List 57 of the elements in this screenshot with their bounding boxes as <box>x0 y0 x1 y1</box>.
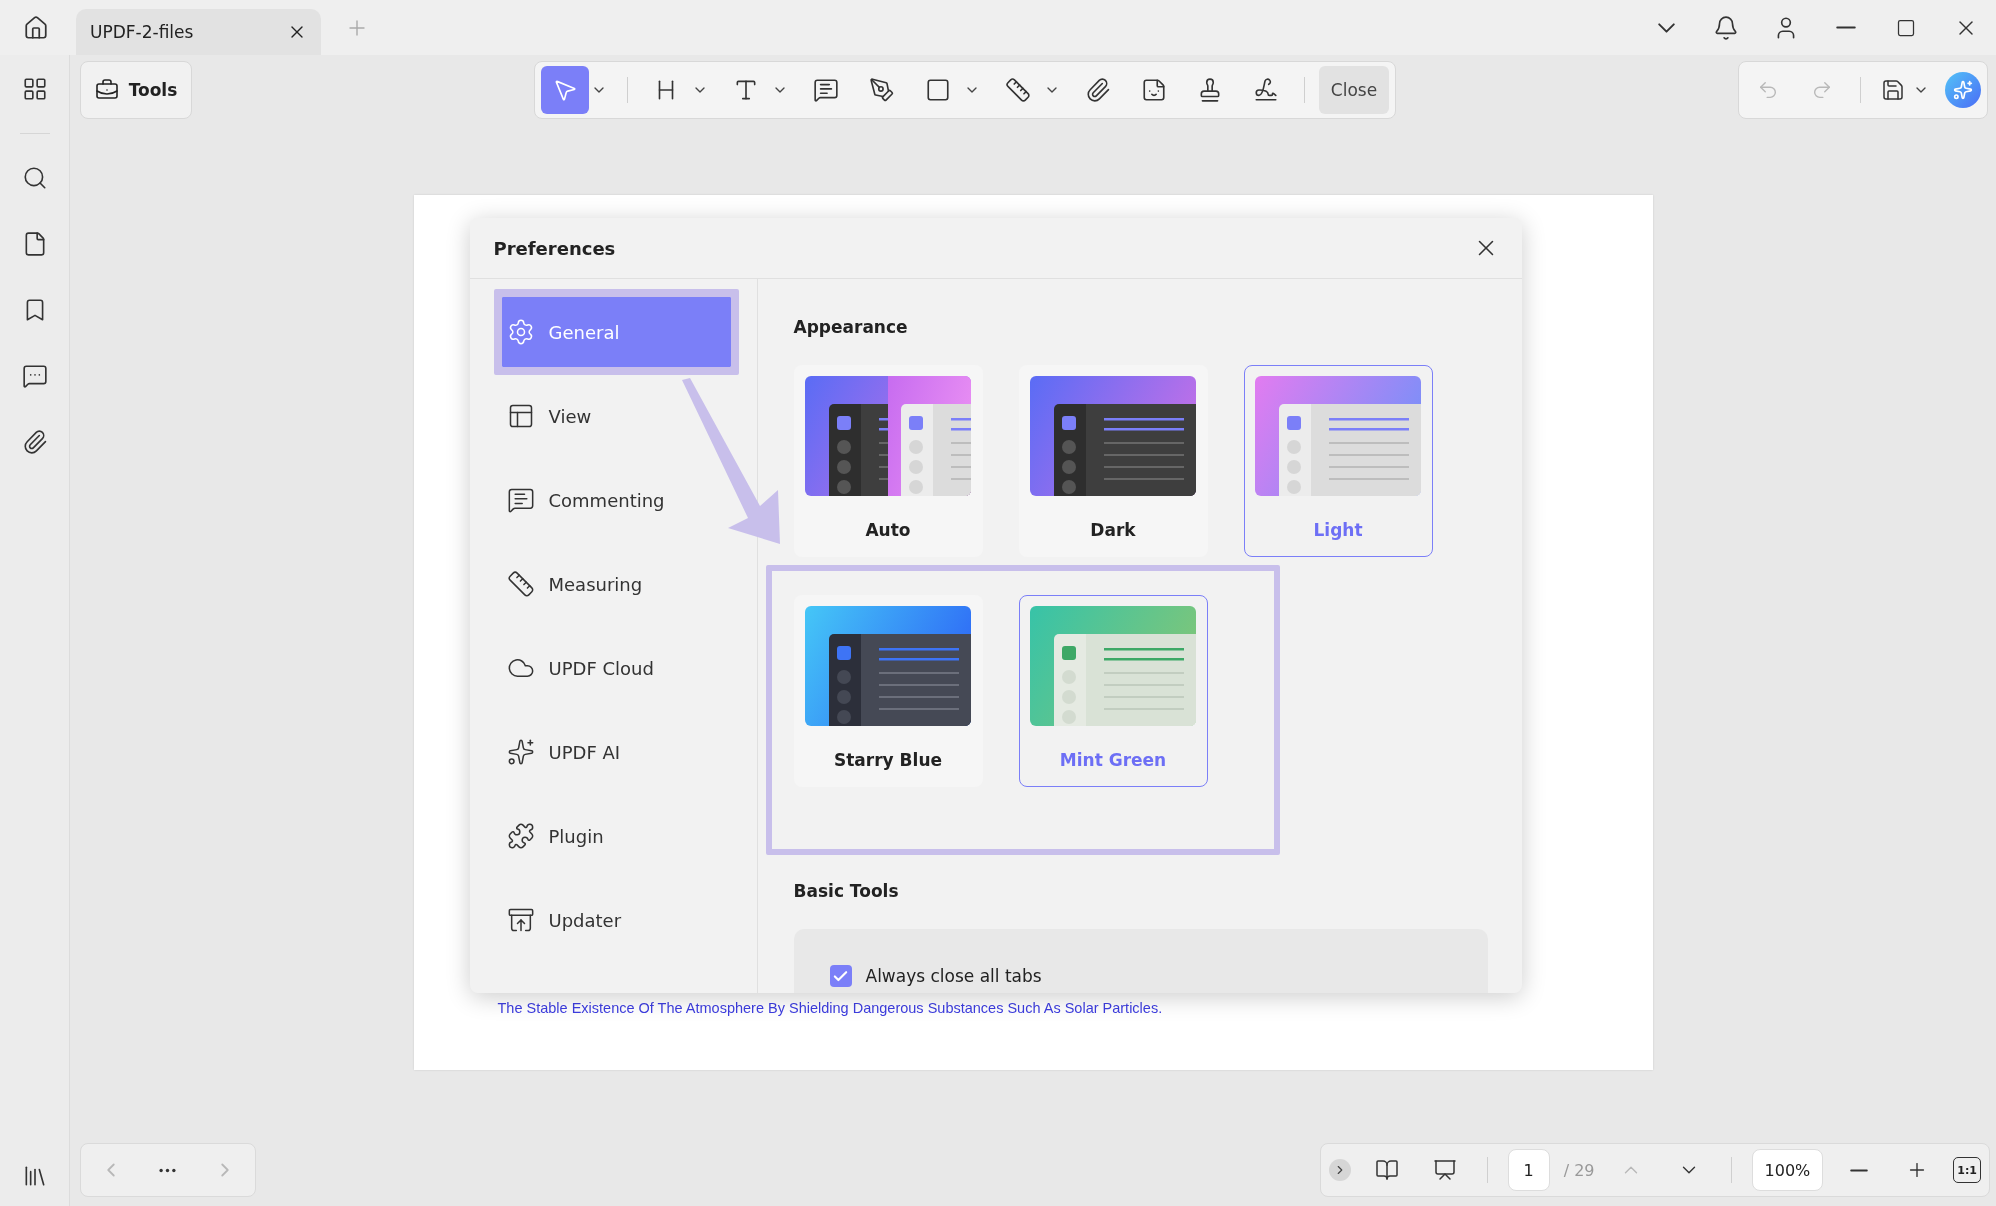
paperclip-icon <box>1084 77 1111 103</box>
page-number-field[interactable]: 1 <box>1507 1149 1550 1191</box>
tab-title: UPDF-2-files <box>90 22 194 42</box>
save-icon <box>1881 78 1905 102</box>
grid-icon <box>21 76 48 102</box>
settings-nav-item[interactable]: UPDF Cloud <box>500 631 732 705</box>
actual-size-button[interactable]: 1:1 <box>1953 1157 1981 1183</box>
sticker-icon <box>1140 77 1167 103</box>
minimize-icon <box>1836 26 1856 29</box>
comment-icon <box>506 486 535 514</box>
settings-nav-item[interactable]: UPDF AI <box>500 715 732 789</box>
book-icon <box>1374 1158 1399 1182</box>
document-tab[interactable]: UPDF-2-files <box>76 9 321 55</box>
rectangle-icon <box>924 77 951 103</box>
close-button[interactable]: Close <box>1318 66 1390 114</box>
minus-icon <box>1850 1168 1869 1172</box>
theme-option[interactable]: Auto <box>793 365 983 557</box>
more-icon <box>159 1167 177 1173</box>
sparkle-icon <box>1953 80 1973 100</box>
section-heading: Basic Tools <box>793 881 900 901</box>
ruler-icon <box>506 570 535 598</box>
section-heading: Appearance <box>793 317 909 337</box>
presentation-icon <box>1432 1158 1457 1182</box>
dialog-title: Preferences <box>493 237 616 259</box>
settings-nav-item[interactable]: Measuring <box>500 547 732 621</box>
puzzle-icon <box>506 822 535 850</box>
comment-icon <box>812 77 839 103</box>
sparkle-icon <box>506 738 535 766</box>
chevron-down-icon <box>1657 22 1675 33</box>
pen-icon <box>868 77 895 103</box>
home-icon <box>23 14 49 41</box>
tools-button[interactable]: Tools <box>80 61 192 119</box>
settings-nav-item[interactable]: Commenting <box>500 463 732 537</box>
paperclip-icon <box>21 429 48 455</box>
theme-option[interactable]: Starry Blue <box>793 595 983 787</box>
redo-icon <box>1811 79 1833 101</box>
theme-option[interactable]: Dark <box>1018 365 1208 557</box>
settings-nav-item[interactable]: Updater <box>500 883 732 957</box>
theme-option[interactable]: Light <box>1243 365 1433 557</box>
ai-assistant-button[interactable] <box>1945 72 1981 108</box>
expand-icon[interactable] <box>1328 1159 1351 1181</box>
document-text: The Stable Existence Of The Atmosphere By Shielding Dangerous Substances Such As Solar Particles. <box>497 1000 1164 1016</box>
ruler-icon <box>1004 77 1031 103</box>
theme-option[interactable]: Mint Green <box>1018 595 1208 787</box>
signature-icon <box>1252 77 1279 103</box>
settings-nav-item[interactable]: Plugin <box>500 799 732 873</box>
bell-icon <box>1713 14 1739 41</box>
checkbox[interactable] <box>829 965 852 987</box>
zoom-field[interactable]: 100% <box>1751 1149 1824 1191</box>
comment-icon <box>21 363 48 389</box>
maximize-icon <box>1896 17 1916 38</box>
page-total: / 29 <box>1563 1160 1595 1180</box>
toolbox-icon <box>94 78 119 102</box>
checkbox-label: Always close all tabs <box>865 966 1042 986</box>
settings-nav-item[interactable]: View <box>500 379 732 453</box>
undo-icon <box>1757 79 1779 101</box>
upload-icon <box>506 906 535 934</box>
